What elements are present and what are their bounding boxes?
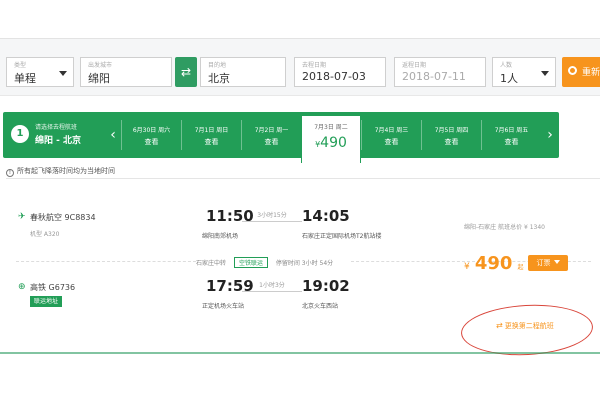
chevron-down-icon	[59, 71, 67, 76]
divider	[0, 352, 600, 354]
departure-city-label: 出发城市	[88, 62, 113, 69]
depart-date-value: 2018-07-03	[302, 70, 366, 83]
date-tab-info: 查看	[504, 138, 519, 146]
segment-carrier: 春秋航空 9C8834	[30, 213, 96, 222]
book-button-label: 订票	[536, 259, 551, 267]
flight-search-page: 类型 单程 出发城市 绵阳 ⇄ 目的地 北京 去程日期 2018-07-03 返…	[0, 0, 600, 400]
passenger-count-select[interactable]: 人数 1人	[492, 57, 556, 87]
trip-type-value: 单程	[14, 72, 36, 85]
chevron-down-icon	[553, 260, 560, 264]
passenger-count-value: 1人	[500, 72, 518, 85]
date-tab-date: 7月3日 周二	[314, 124, 348, 131]
date-tab[interactable]: 7月6日 周五 查看	[481, 120, 541, 150]
arrival-place: 石家庄正定国际机场T2航站楼	[302, 233, 382, 240]
date-tab[interactable]: 7月4日 周三 查看	[361, 120, 421, 150]
date-tab[interactable]: 6月30日 周六 查看	[121, 120, 181, 150]
date-tab[interactable]: 7月2日 周一 查看	[241, 120, 301, 150]
info-icon: !	[6, 169, 14, 177]
date-tab-price-value: 490	[320, 135, 347, 151]
arrival-time: 14:05	[302, 207, 350, 225]
duration-line	[242, 291, 302, 292]
trip-type-select[interactable]: 类型 单程	[6, 57, 74, 87]
date-tab-info: 查看	[264, 138, 279, 146]
trip-type-label: 类型	[14, 62, 27, 69]
swap-cities-icon[interactable]: ⇄	[175, 57, 197, 87]
airline-logo-icon: ✈	[18, 212, 26, 222]
date-tab-info: 查看	[444, 138, 459, 146]
segment-carrier: 高铁 G6736	[30, 283, 76, 292]
chevron-down-icon	[541, 71, 549, 76]
date-tab-date: 7月1日 周日	[194, 127, 229, 134]
step-route: 绵阳 - 北京	[35, 136, 82, 146]
total-price: ¥ 490 起	[464, 253, 524, 274]
date-tab-date: 7月2日 周一	[254, 127, 289, 134]
chevron-right-icon[interactable]: ›	[544, 125, 556, 145]
transfer-wait: 停留时间 3小时 54分	[275, 260, 334, 267]
currency-symbol: ¥	[464, 262, 470, 272]
date-selector-bar: 1 请选择去程航班 绵阳 - 北京 ‹ 6月30日 周六 查看 7月1日 周日 …	[3, 112, 559, 163]
segment-aircraft: 机型 A320	[30, 231, 60, 238]
date-tab-date: 6月30日 周六	[132, 127, 171, 134]
date-tab-active[interactable]: 7月3日 周二 ¥490	[301, 115, 361, 163]
connection-address-badge[interactable]: 联运地址	[30, 296, 63, 307]
depart-date-label: 去程日期	[302, 62, 327, 69]
date-tab-date: 7月6日 周五	[494, 127, 529, 134]
transfer-city: 石家庄中转	[196, 260, 227, 267]
date-tab[interactable]: 7月5日 周四 查看	[421, 120, 481, 150]
train-logo-icon: ⊕	[18, 282, 26, 292]
transfer-badge: 空铁联运	[233, 257, 268, 268]
flight-duration: 3小时15分	[257, 212, 287, 219]
transfer-info: 石家庄中转 空铁联运 停留时间 3小时 54分	[196, 257, 339, 268]
destination-city-value: 北京	[208, 72, 230, 85]
departure-city-value: 绵阳	[88, 72, 110, 85]
arrival-place: 北京火车西站	[302, 303, 339, 310]
date-tab-date: 7月4日 周三	[374, 127, 409, 134]
chevron-left-icon[interactable]: ‹	[107, 125, 119, 145]
train-duration: 1小时3分	[259, 282, 285, 289]
step-indicator: 1 请选择去程航班 绵阳 - 北京	[3, 112, 103, 158]
return-date-label: 返程日期	[402, 62, 427, 69]
search-button[interactable]: 重新	[562, 57, 600, 87]
date-tab[interactable]: 7月1日 周日 查看	[181, 120, 241, 150]
search-bar: 类型 单程 出发城市 绵阳 ⇄ 目的地 北京 去程日期 2018-07-03 返…	[0, 38, 600, 96]
price-suffix: 起	[517, 264, 524, 271]
date-tabs: 6月30日 周六 查看 7月1日 周日 查看 7月2日 周一 查看 7月3日 周…	[121, 112, 541, 163]
search-button-label: 重新	[582, 68, 600, 78]
destination-city-label: 目的地	[208, 62, 227, 69]
destination-city-input[interactable]: 目的地 北京	[200, 57, 286, 87]
return-date-value: 2018-07-11	[402, 70, 466, 83]
departure-place: 绵阳南郊机场	[202, 233, 239, 240]
step-number: 1	[11, 125, 29, 143]
date-tab-info: 查看	[384, 138, 399, 146]
search-icon	[568, 66, 577, 75]
arrival-time: 19:02	[302, 277, 350, 295]
date-tab-info: 查看	[204, 138, 219, 146]
divider	[16, 261, 196, 262]
departure-place: 正定机场火车站	[202, 303, 245, 310]
date-tab-price: ¥490	[302, 135, 360, 151]
return-date-input[interactable]: 返程日期 2018-07-11	[394, 57, 486, 87]
date-tab-info: 查看	[144, 138, 159, 146]
passenger-count-label: 人数	[500, 62, 513, 69]
depart-date-input[interactable]: 去程日期 2018-07-03	[294, 57, 386, 87]
book-button[interactable]: 订票	[528, 255, 568, 271]
duration-line	[242, 221, 302, 222]
date-tab-date: 7月5日 周四	[434, 127, 469, 134]
price-amount: 490	[474, 253, 513, 274]
notice-text: 所有起飞降落时间均为当地时间	[17, 167, 115, 175]
departure-city-input[interactable]: 出发城市 绵阳	[80, 57, 172, 87]
route-total-info: 绵阳-石家庄 航班总价 ¥ 1340	[464, 224, 545, 231]
local-time-notice: ! 所有起飞降落时间均为当地时间	[6, 166, 115, 177]
step-title: 请选择去程航班	[35, 124, 78, 131]
